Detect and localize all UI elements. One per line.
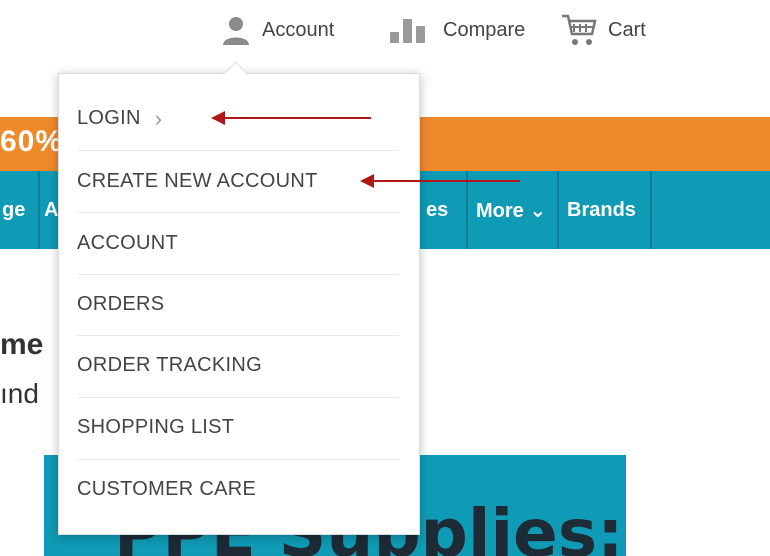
account-dropdown-menu: LOGIN › CREATE NEW ACCOUNT ACCOUNT ORDER… — [58, 73, 420, 535]
menu-item-label: CUSTOMER CARE — [77, 478, 257, 500]
menu-item-account[interactable]: ACCOUNT — [77, 213, 399, 274]
promo-text: 60% — [0, 125, 64, 158]
cart-icon — [560, 12, 598, 48]
page-subtext-fragment: ınd — [0, 378, 39, 409]
cart-link[interactable]: Cart — [560, 14, 646, 46]
nav-separator — [38, 171, 40, 249]
account-link[interactable]: Account — [220, 14, 334, 46]
menu-item-label: CREATE NEW ACCOUNT — [77, 170, 318, 192]
top-utility-bar: Account Compare Cart — [0, 0, 770, 70]
menu-item-customer-care[interactable]: CUSTOMER CARE — [77, 459, 399, 520]
menu-item-label: ORDER TRACKING — [77, 354, 262, 376]
user-icon — [220, 15, 252, 45]
page-heading-fragment: me — [0, 328, 44, 361]
annotation-arrow-login — [211, 111, 371, 125]
nav-separator — [557, 171, 559, 249]
bar-chart-icon — [387, 15, 433, 45]
menu-item-label: LOGIN — [77, 107, 141, 129]
account-label: Account — [262, 18, 335, 41]
nav-item-brands[interactable]: Brands — [567, 171, 636, 249]
menu-item-order-tracking[interactable]: ORDER TRACKING — [77, 335, 399, 396]
menu-item-label: ACCOUNT — [77, 232, 178, 254]
annotation-arrow-create-account — [360, 174, 520, 188]
nav-item-truncated-1[interactable]: ge — [2, 171, 25, 249]
compare-link[interactable]: Compare — [387, 14, 525, 46]
cart-label: Cart — [608, 18, 646, 41]
menu-item-create-account[interactable]: CREATE NEW ACCOUNT — [77, 151, 399, 212]
menu-item-label: SHOPPING LIST — [77, 416, 235, 438]
menu-item-orders[interactable]: ORDERS — [77, 274, 399, 335]
chevron-right-icon: › — [154, 105, 163, 131]
nav-item-truncated-2[interactable]: A — [44, 171, 58, 249]
menu-item-shopping-list[interactable]: SHOPPING LIST — [77, 397, 399, 458]
menu-item-label: ORDERS — [77, 293, 165, 315]
nav-separator — [650, 171, 652, 249]
compare-label: Compare — [443, 18, 526, 41]
